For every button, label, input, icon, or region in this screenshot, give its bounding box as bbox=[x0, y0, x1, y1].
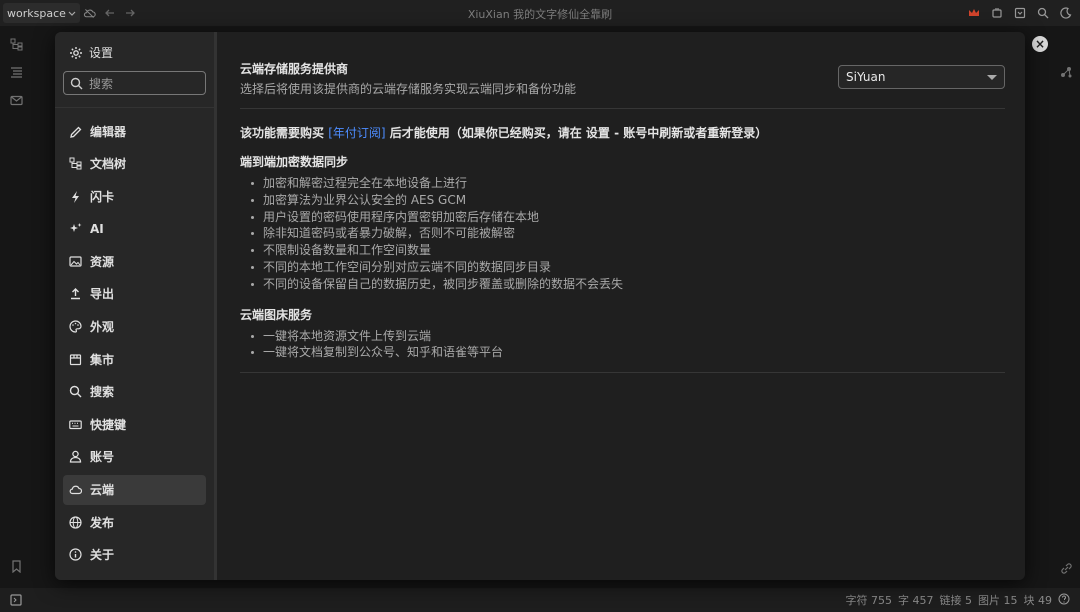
moon-icon[interactable] bbox=[1056, 3, 1076, 23]
sidebar-item-label: 关于 bbox=[90, 548, 115, 563]
cloud-settings-panel: 云端存储服务提供商 选择后将使用该提供商的云端存储服务实现云端同步和备份功能 S… bbox=[240, 32, 1005, 580]
palette-icon bbox=[69, 320, 82, 333]
store-icon bbox=[69, 354, 82, 365]
workspace-menu-button[interactable]: workspace bbox=[3, 3, 80, 23]
provider-select-value: SiYuan bbox=[846, 70, 886, 84]
list-item: 加密算法为业界公认安全的 AES GCM bbox=[240, 192, 1005, 209]
info-icon bbox=[69, 548, 82, 561]
list-item: 加密和解密过程完全在本地设备上进行 bbox=[240, 175, 1005, 192]
annual-subscription-link[interactable]: [年付订阅] bbox=[328, 126, 385, 140]
sidebar-item-3[interactable]: AI bbox=[63, 214, 206, 244]
settings-sidebar: 设置 搜索 编辑器 文档树 闪卡 AI 资源 导出 外观 集市 搜索 快捷键 账号 云端 发布 关于 bbox=[55, 32, 217, 580]
forward-arrow-icon[interactable] bbox=[120, 3, 140, 23]
provider-row: 云端存储服务提供商 选择后将使用该提供商的云端存储服务实现云端同步和备份功能 S… bbox=[240, 32, 1005, 109]
sidebar-divider bbox=[55, 107, 214, 108]
search-icon bbox=[70, 77, 83, 89]
cloud-sync-icon[interactable] bbox=[80, 3, 100, 23]
settings-dialog: 设置 搜索 编辑器 文档树 闪卡 AI 资源 导出 外观 集市 搜索 快捷键 账号 云端 发布 关于 云端… bbox=[55, 32, 1025, 580]
sidebar-item-label: 文档树 bbox=[90, 157, 127, 172]
settings-search-input[interactable]: 搜索 bbox=[63, 71, 206, 95]
top-toolbar: workspace XiuXian 我的文字修仙全靠刷 bbox=[0, 0, 1080, 26]
gear-icon bbox=[70, 46, 82, 59]
list-item: 不限制设备数量和工作空间数量 bbox=[240, 242, 1005, 259]
sidebar-item-10[interactable]: 账号 bbox=[63, 442, 206, 472]
plugin-icon[interactable] bbox=[987, 3, 1007, 23]
sidebar-item-8[interactable]: 搜索 bbox=[63, 377, 206, 407]
back-arrow-icon[interactable] bbox=[100, 3, 120, 23]
cloud-icon bbox=[69, 485, 82, 495]
subscription-notice: 该功能需要购买 [年付订阅] 后才能使用（如果你已经购买，请在 设置 - 账号中… bbox=[240, 124, 1005, 141]
search-placeholder: 搜索 bbox=[89, 76, 114, 91]
sidebar-item-11[interactable]: 云端 bbox=[63, 474, 206, 505]
sidebar-item-0[interactable]: 编辑器 bbox=[63, 116, 206, 146]
sidebar-item-label: 发布 bbox=[90, 515, 115, 530]
sidebar-item-7[interactable]: 集市 bbox=[63, 344, 206, 374]
provider-description: 选择后将使用该提供商的云端存储服务实现云端同步和备份功能 bbox=[240, 82, 577, 96]
image-count: 图片 15 bbox=[978, 594, 1018, 607]
dock-toggle-icon[interactable] bbox=[6, 590, 26, 610]
sidebar-item-9[interactable]: 快捷键 bbox=[63, 409, 206, 439]
sidebar-item-label: 集市 bbox=[90, 352, 115, 367]
sidebar-item-6[interactable]: 外观 bbox=[63, 312, 206, 342]
e2e-feature-list: 加密和解密过程完全在本地设备上进行 加密算法为业界公认安全的 AES GCM 用户设… bbox=[240, 175, 1005, 293]
sidebar-item-label: 外观 bbox=[90, 320, 115, 335]
sidebar-item-label: AI bbox=[90, 221, 104, 236]
chevron-down-icon bbox=[68, 11, 76, 16]
list-item: 不同的设备保留自己的数据历史，被同步覆盖或删除的数据不会丢失 bbox=[240, 276, 1005, 293]
upload-icon bbox=[71, 288, 80, 300]
workspace-label: workspace bbox=[7, 6, 66, 20]
link-count: 链接 5 bbox=[939, 594, 973, 607]
status-bar: 字符 755 字 457 链接 5 图片 15 块 49 bbox=[0, 588, 1080, 612]
image-bed-feature-list: 一键将本地资源文件上传到云端 一键将文档复制到公众号、知乎和语雀等平台 bbox=[240, 328, 1005, 362]
sidebar-item-label: 闪卡 bbox=[90, 189, 115, 204]
block-count: 块 49 bbox=[1023, 594, 1053, 607]
provider-title: 云端存储服务提供商 bbox=[240, 62, 349, 76]
flash-icon bbox=[72, 190, 79, 203]
sidebar-item-5[interactable]: 导出 bbox=[63, 279, 206, 309]
list-item: 用户设置的密码使用程序内置密钥加密后存储在本地 bbox=[240, 209, 1005, 226]
sparkle-icon bbox=[70, 223, 82, 233]
pencil-icon bbox=[70, 126, 82, 138]
sidebar-item-label: 导出 bbox=[90, 287, 115, 302]
settings-title: 设置 bbox=[89, 46, 114, 60]
sidebar-item-label: 编辑器 bbox=[90, 124, 127, 139]
mode-icon[interactable] bbox=[1010, 3, 1030, 23]
caret-down-icon bbox=[987, 75, 997, 80]
sidebar-item-label: 搜索 bbox=[90, 385, 115, 400]
sidebar-item-2[interactable]: 闪卡 bbox=[63, 181, 206, 211]
sidebar-item-1[interactable]: 文档树 bbox=[63, 149, 206, 179]
user-icon bbox=[69, 451, 82, 464]
word-count: 字 457 bbox=[898, 594, 934, 607]
notice-text-after: 后才能使用（如果你已经购买，请在 设置 - 账号中刷新或者重新登录） bbox=[385, 126, 768, 140]
sidebar-item-label: 云端 bbox=[90, 483, 115, 498]
e2e-section-title: 端到端加密数据同步 bbox=[240, 155, 349, 169]
list-item: 一键将文档复制到公众号、知乎和语雀等平台 bbox=[240, 344, 1005, 361]
section-divider bbox=[240, 372, 1005, 374]
settings-header: 设置 bbox=[55, 32, 214, 67]
sidebar-item-label: 账号 bbox=[90, 450, 115, 465]
sidebar-item-label: 资源 bbox=[90, 254, 115, 269]
crown-icon[interactable] bbox=[964, 3, 984, 23]
image-bed-section-title: 云端图床服务 bbox=[240, 307, 313, 322]
search-icon[interactable] bbox=[1033, 3, 1053, 23]
sidebar-item-label: 快捷键 bbox=[90, 417, 127, 432]
sidebar-item-13[interactable]: 关于 bbox=[63, 540, 206, 570]
list-item: 除非知道密码或者暴力破解，否则不可能被解密 bbox=[240, 225, 1005, 242]
tree-icon bbox=[69, 157, 82, 170]
sidebar-item-4[interactable]: 资源 bbox=[63, 246, 206, 276]
keyboard-icon bbox=[69, 420, 82, 429]
provider-select[interactable]: SiYuan bbox=[838, 65, 1005, 89]
search-icon bbox=[69, 386, 82, 398]
settings-nav: 编辑器文档树闪卡 AI 资源导出外观集市搜索快捷键账号云端发布关于 bbox=[55, 116, 214, 570]
globe-icon bbox=[69, 516, 82, 529]
list-item: 一键将本地资源文件上传到云端 bbox=[240, 328, 1005, 345]
help-icon[interactable] bbox=[1058, 593, 1070, 608]
window-title: XiuXian 我的文字修仙全靠刷 bbox=[467, 8, 613, 21]
sidebar-item-12[interactable]: 发布 bbox=[63, 507, 206, 537]
notice-text-before: 该功能需要购买 bbox=[240, 126, 329, 140]
image-icon bbox=[69, 256, 82, 267]
close-button[interactable]: × bbox=[1032, 36, 1048, 52]
char-count: 字符 755 bbox=[845, 594, 893, 607]
list-item: 不同的本地工作空间分别对应云端不同的数据同步目录 bbox=[240, 259, 1005, 276]
